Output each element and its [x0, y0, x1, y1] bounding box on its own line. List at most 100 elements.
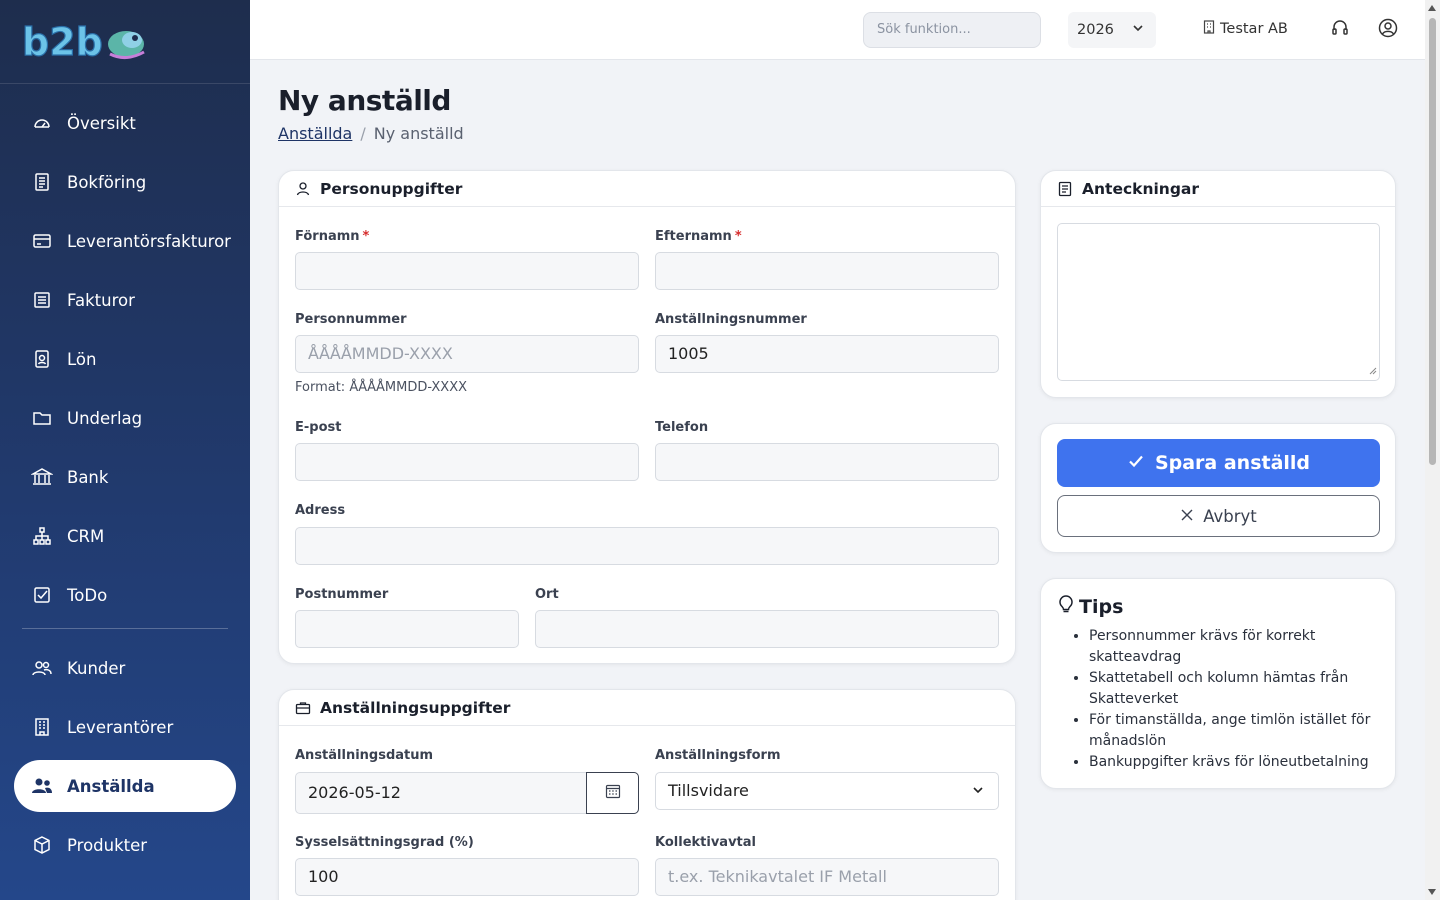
tip-item: För timanställda, ange timlön istället f… [1089, 710, 1389, 752]
folder-icon [31, 407, 53, 429]
sidebar-item-todo[interactable]: ToDo [14, 569, 236, 621]
sidebar-item-anstallda[interactable]: Anställda [14, 760, 236, 812]
calendar-button[interactable] [586, 772, 639, 814]
building-icon [31, 716, 53, 738]
breadcrumb-link-anstallda[interactable]: Anställda [278, 124, 352, 143]
personnummer-field[interactable]: ÅÅÅÅMMDD-XXXX [295, 335, 639, 373]
topbar: Sök funktion... 2026 Testar AB [250, 0, 1425, 60]
notes-icon [1057, 181, 1073, 197]
sidebar-item-bank[interactable]: Bank [14, 451, 236, 503]
sidebar-item-label: Bank [67, 467, 109, 487]
sidebar-item-oversikt[interactable]: Översikt [14, 97, 236, 149]
employee-number-label: Anställningsnummer [655, 312, 807, 327]
cancel-button[interactable]: Avbryt [1057, 495, 1380, 537]
svg-text:b2b: b2b [22, 22, 103, 62]
sidebar-item-label: Produkter [67, 835, 148, 855]
person-icon [295, 181, 311, 197]
sidebar: b2b Översikt Bokföring Leverantörsfaktur… [0, 0, 250, 900]
actions-card: Spara anställd Avbryt [1040, 423, 1396, 553]
network-icon [31, 525, 53, 547]
sidebar-item-lon[interactable]: Lön [14, 333, 236, 385]
collective-agreement-field[interactable]: t.ex. Teknikavtalet IF Metall [655, 858, 999, 896]
email-field[interactable] [295, 443, 639, 481]
employee-number-field[interactable]: 1005 [655, 335, 999, 373]
sidebar-item-leverantorer[interactable]: Leverantörer [14, 701, 236, 753]
checkbox-icon [31, 584, 53, 606]
save-button-label: Spara anställd [1154, 452, 1311, 474]
employment-degree-field[interactable]: 100 [295, 858, 639, 896]
sidebar-item-label: Anställda [67, 776, 155, 796]
user-icon[interactable] [1378, 18, 1398, 42]
year-select[interactable]: 2026 [1068, 12, 1156, 48]
first-name-field[interactable] [295, 252, 639, 290]
personal-details-card: Personuppgifter Förnamn * Efternamn * Pers… [278, 170, 1016, 664]
employment-form-value: Tillsvidare [668, 781, 749, 800]
tips-title: Tips [1057, 594, 1123, 619]
check-icon [1127, 452, 1145, 475]
breadcrumb-current: Ny anställd [373, 124, 464, 143]
sidebar-nav-secondary: Kunder Leverantörer Anställda Produkter [0, 642, 250, 871]
sidebar-item-kunder[interactable]: Kunder [14, 642, 236, 694]
first-name-label: Förnamn * [295, 229, 370, 244]
sidebar-item-fakturor[interactable]: Fakturor [14, 274, 236, 326]
sidebar-item-label: Underlag [67, 408, 143, 428]
sidebar-item-crm[interactable]: CRM [14, 510, 236, 562]
sidebar-divider [22, 628, 228, 629]
sidebar-item-leverantorsfakturor[interactable]: Leverantörsfakturor [14, 215, 236, 267]
card-title: Anteckningar [1082, 179, 1200, 198]
resize-handle-icon[interactable] [1368, 360, 1377, 379]
employment-date-label: Anställningsdatum [295, 748, 434, 763]
phone-field[interactable] [655, 443, 999, 481]
card-header: Personuppgifter [279, 171, 1015, 207]
last-name-field[interactable] [655, 252, 999, 290]
headset-icon[interactable] [1331, 18, 1349, 42]
collective-agreement-label: Kollektivavtal [655, 835, 756, 850]
invoice-icon [31, 289, 53, 311]
sidebar-item-label: CRM [67, 526, 105, 546]
sidebar-item-label: Lön [67, 349, 97, 369]
brand-logo[interactable]: b2b [0, 0, 250, 84]
last-name-label: Efternamn * [655, 229, 742, 244]
ledger-icon [31, 171, 53, 193]
employment-date-field[interactable]: 2026-05-12 [295, 772, 587, 814]
address-field[interactable] [295, 527, 999, 565]
sidebar-item-label: Kunder [67, 658, 126, 678]
employment-form-select[interactable]: Tillsvidare [655, 772, 999, 810]
scroll-down-icon[interactable] [1428, 889, 1436, 895]
page-scrollbar[interactable] [1425, 0, 1440, 900]
cancel-button-label: Avbryt [1203, 506, 1257, 526]
save-employee-button[interactable]: Spara anställd [1057, 439, 1380, 487]
postal-code-field[interactable] [295, 610, 519, 648]
sidebar-item-bokforing[interactable]: Bokföring [14, 156, 236, 208]
sidebar-item-label: Fakturor [67, 290, 135, 310]
badge-icon [31, 348, 53, 370]
sidebar-item-produkter[interactable]: Produkter [14, 819, 236, 871]
bank-icon [31, 466, 53, 488]
card-title: Anställningsuppgifter [320, 698, 511, 717]
personnummer-label: Personnummer [295, 312, 407, 327]
sidebar-item-label: Bokföring [67, 172, 147, 192]
sidebar-item-underlag[interactable]: Underlag [14, 392, 236, 444]
users-icon [31, 657, 53, 679]
chevron-down-icon [1132, 12, 1144, 48]
scrollbar-thumb[interactable] [1429, 18, 1436, 465]
tip-item: Personnummer krävs för korrekt skatteavd… [1089, 626, 1389, 668]
people-icon [31, 775, 53, 797]
page-title: Ny anställd [278, 84, 451, 117]
city-field[interactable] [535, 610, 999, 648]
tips-list: Personnummer krävs för korrekt skatteavd… [1089, 626, 1389, 773]
scroll-up-icon[interactable] [1428, 5, 1436, 11]
search-input[interactable]: Sök funktion... [863, 12, 1041, 48]
card-title: Personuppgifter [320, 179, 463, 198]
calendar-icon [605, 783, 621, 803]
company-selector[interactable]: Testar AB [1203, 20, 1288, 38]
briefcase-icon [295, 700, 311, 716]
close-icon [1180, 507, 1194, 526]
notes-textarea[interactable] [1057, 223, 1380, 381]
building-icon [1203, 20, 1215, 38]
card-header: Anställningsuppgifter [279, 690, 1015, 726]
tip-item: Skattetabell och kolumn hämtas från Skat… [1089, 668, 1389, 710]
sidebar-item-label: ToDo [67, 585, 108, 605]
sidebar-nav: Översikt Bokföring Leverantörsfakturor F… [0, 84, 250, 621]
employment-details-card: Anställningsuppgifter Anställningsdatum … [278, 689, 1016, 900]
